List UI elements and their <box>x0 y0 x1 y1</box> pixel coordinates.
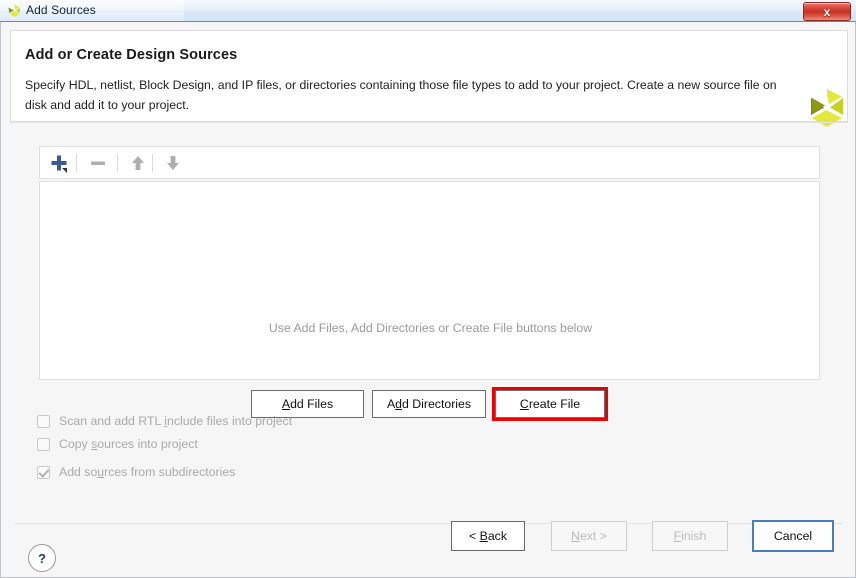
checkbox-scan-rtl[interactable] <box>37 415 50 428</box>
checkbox-copy-sources[interactable] <box>37 438 50 451</box>
dialog-body: Add or Create Design Sources Specify HDL… <box>0 22 856 578</box>
option-copy-sources-into-project[interactable]: Copy sources into project <box>37 433 198 455</box>
dialog-titlebar[interactable]: Add Sources x <box>0 0 856 22</box>
back-button[interactable]: < Back <box>451 521 525 551</box>
page-description: Specify HDL, netlist, Block Design, and … <box>25 75 785 115</box>
move-down-button[interactable] <box>159 150 186 176</box>
arrow-up-icon <box>128 153 148 173</box>
finish-label: Finish <box>674 529 707 543</box>
plus-icon <box>49 153 69 173</box>
xilinx-pinwheel-logo-icon <box>802 87 852 131</box>
option-scan-rtl-include-files[interactable]: Scan and add RTL include files into proj… <box>37 410 292 432</box>
toolbar-separator-2 <box>117 154 118 172</box>
remove-button[interactable] <box>84 150 111 176</box>
create-file-button[interactable]: Create File <box>495 390 605 418</box>
header-panel: Add or Create Design Sources Specify HDL… <box>10 30 848 122</box>
option-label-add-subdirectories: Add sources from subdirectories <box>59 465 235 479</box>
sources-area: Use Add Files, Add Directories or Create… <box>39 146 820 382</box>
cancel-button[interactable]: Cancel <box>754 522 832 550</box>
header-separator <box>10 122 848 123</box>
option-label-scan-rtl: Scan and add RTL include files into proj… <box>59 414 292 428</box>
add-files-label: Add Files <box>282 397 333 411</box>
next-label: Next > <box>571 529 607 543</box>
next-button[interactable]: Next > <box>551 521 627 551</box>
question-mark-icon: ? <box>38 552 46 565</box>
help-button[interactable]: ? <box>28 544 56 572</box>
close-icon: x <box>824 6 831 18</box>
vivado-logo-icon <box>7 4 22 18</box>
sources-empty-message: Use Add Files, Add Directories or Create… <box>40 321 821 335</box>
cancel-label: Cancel <box>774 529 812 543</box>
page-title: Add or Create Design Sources <box>25 47 237 63</box>
minus-icon <box>88 153 108 173</box>
sources-toolbar <box>39 146 820 179</box>
create-file-label: Create File <box>520 397 580 411</box>
back-label: < Back <box>469 529 507 543</box>
arrow-down-icon <box>163 153 183 173</box>
add-directories-button[interactable]: Add Directories <box>372 390 486 418</box>
finish-button[interactable]: Finish <box>652 521 728 551</box>
sources-list[interactable]: Use Add Files, Add Directories or Create… <box>39 181 820 380</box>
close-button[interactable]: x <box>803 2 851 21</box>
add-directories-label: Add Directories <box>387 397 471 411</box>
move-up-button[interactable] <box>124 150 151 176</box>
dialog-title: Add Sources <box>26 3 96 17</box>
option-add-sources-from-subdirectories[interactable]: Add sources from subdirectories <box>37 461 235 483</box>
toolbar-separator-1 <box>76 154 77 172</box>
checkbox-add-subdirectories[interactable] <box>37 466 50 479</box>
toolbar-separator-3 <box>152 154 153 172</box>
option-label-copy-sources: Copy sources into project <box>59 437 198 451</box>
add-button[interactable] <box>45 150 72 176</box>
add-sources-dialog: Add Sources x Add or Create Design Sourc… <box>0 0 856 578</box>
